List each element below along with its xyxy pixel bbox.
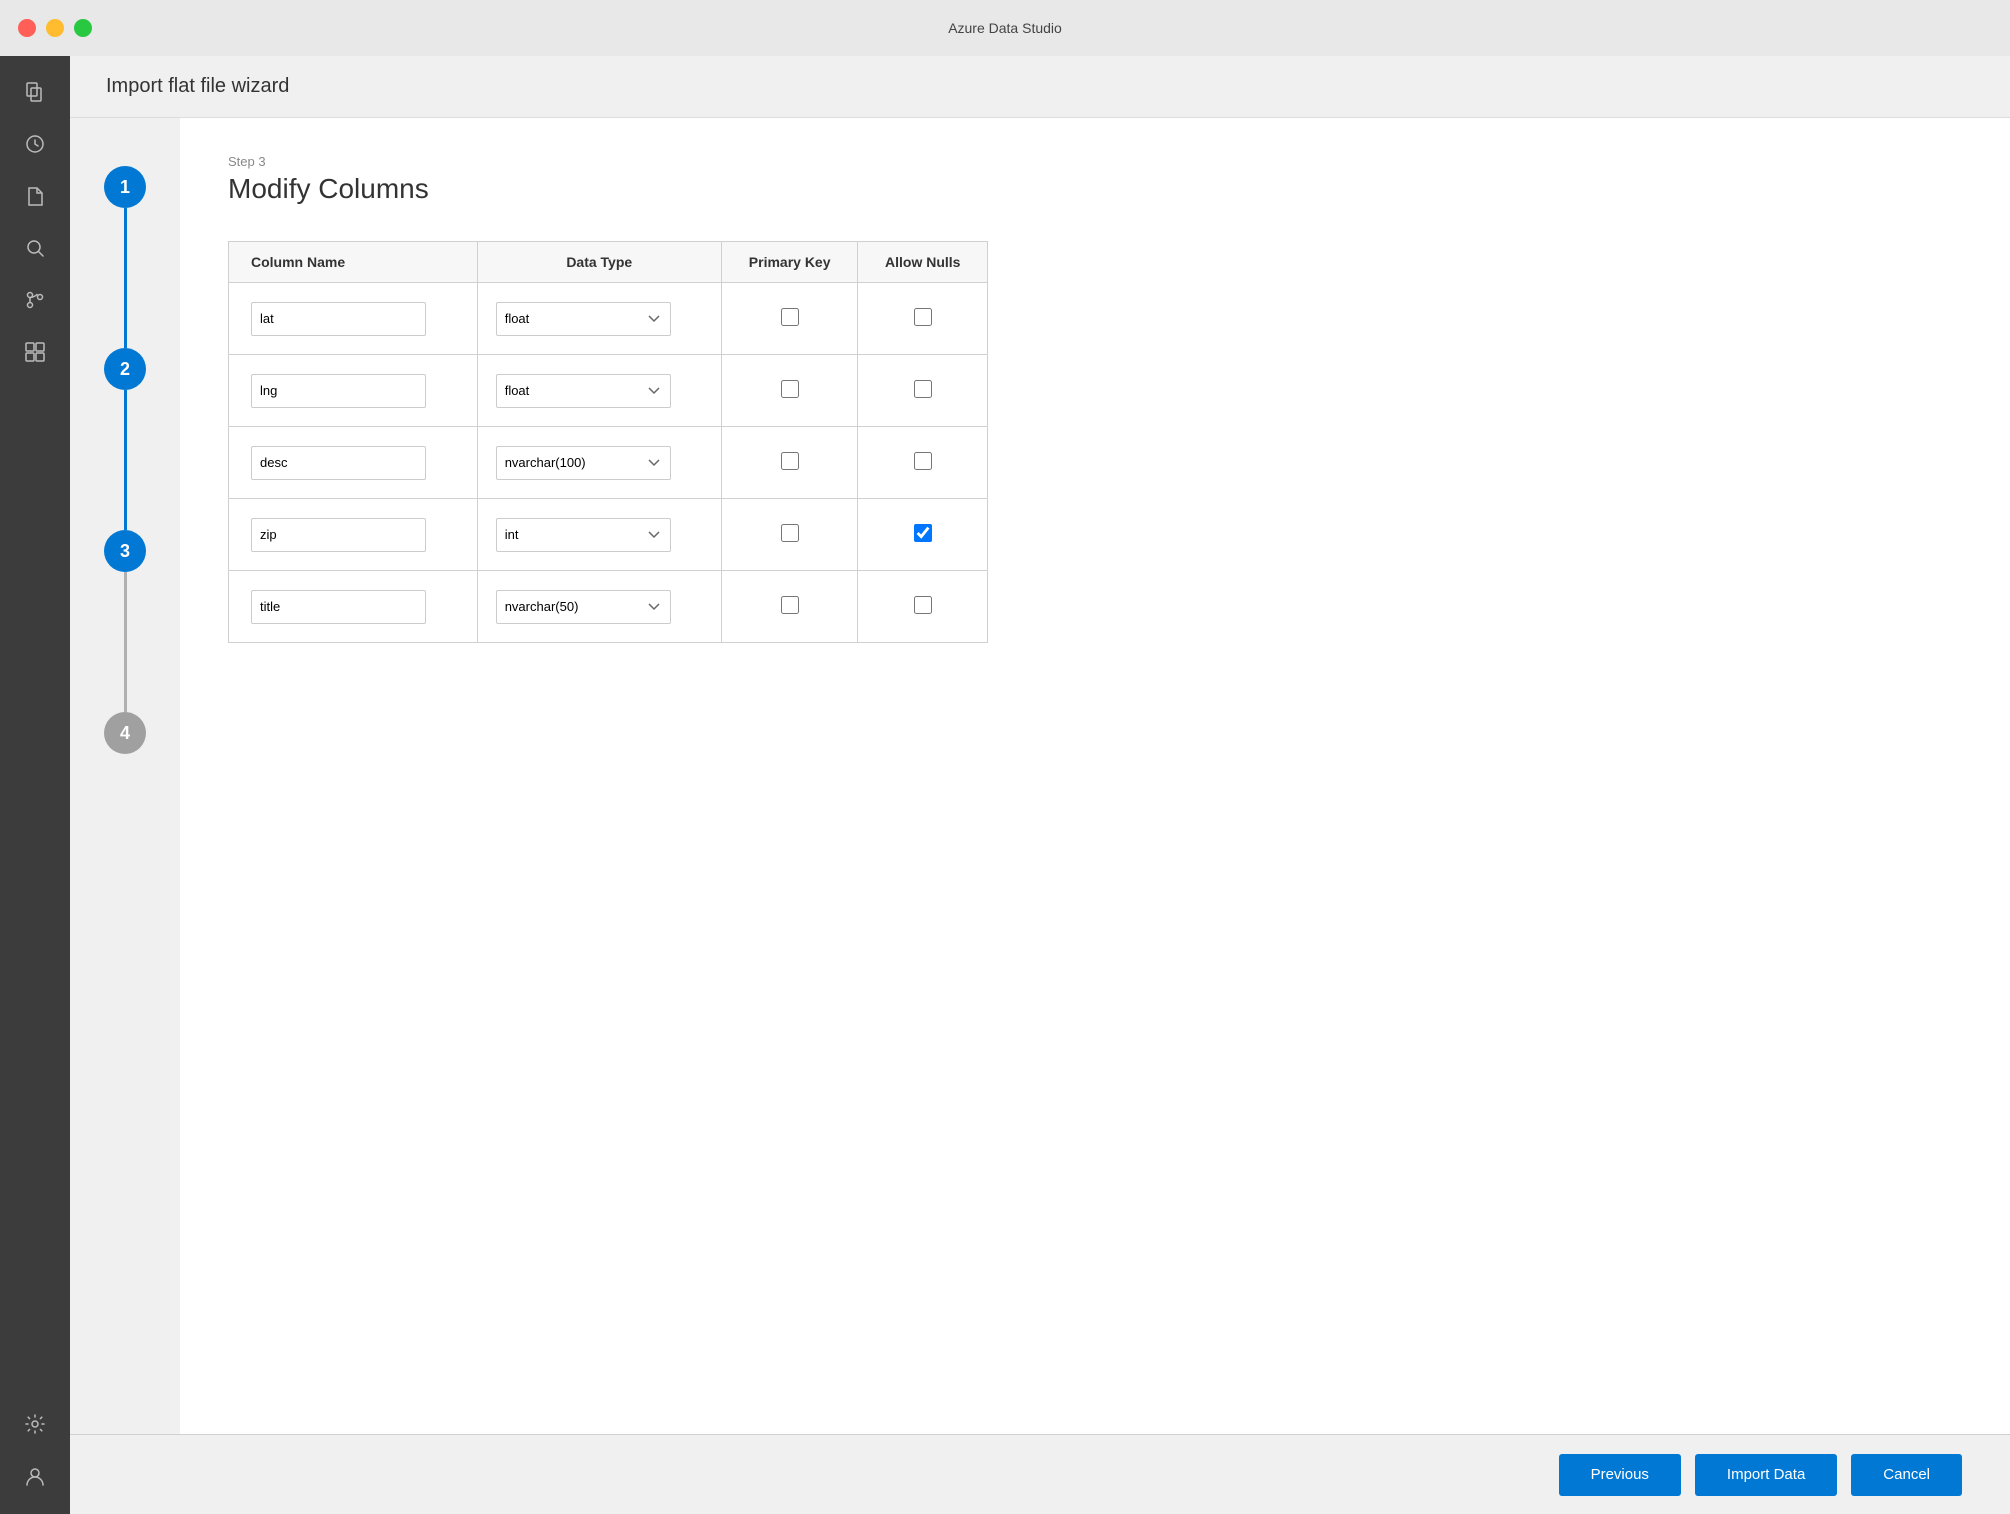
cell-primary-key-1 xyxy=(721,355,858,427)
window-controls xyxy=(18,19,92,37)
sidebar-icon-extensions[interactable] xyxy=(11,328,59,376)
select-data-type-4[interactable]: floatintnvarchar(50)nvarchar(100)nvarcha… xyxy=(496,590,671,624)
footer-bar: Previous Import Data Cancel xyxy=(70,1434,2010,1514)
step-line-1-2 xyxy=(124,208,127,348)
cell-primary-key-4 xyxy=(721,571,858,643)
checkbox-primary-key-0[interactable] xyxy=(781,308,799,326)
header-data-type: Data Type xyxy=(477,242,721,283)
wizard-header: Import flat file wizard xyxy=(70,56,2010,118)
table-row: floatintnvarchar(50)nvarchar(100)nvarcha… xyxy=(229,571,988,643)
input-column-name-2[interactable] xyxy=(251,446,426,480)
wizard-header-title: Import flat file wizard xyxy=(106,75,289,98)
header-allow-nulls: Allow Nulls xyxy=(858,242,988,283)
cell-allow-nulls-2 xyxy=(858,427,988,499)
step-4-node: 4 xyxy=(104,712,146,754)
table-row: floatintnvarchar(50)nvarchar(100)nvarcha… xyxy=(229,499,988,571)
sidebar-icon-files[interactable] xyxy=(11,68,59,116)
cell-primary-key-3 xyxy=(721,499,858,571)
minimize-button[interactable] xyxy=(46,19,64,37)
cell-allow-nulls-1 xyxy=(858,355,988,427)
app-layout: Import flat file wizard 1 2 3 4 Step 3 M… xyxy=(0,56,2010,1514)
input-column-name-3[interactable] xyxy=(251,518,426,552)
wizard-body: 1 2 3 4 Step 3 Modify Columns Column Nam… xyxy=(70,118,2010,1434)
table-row: floatintnvarchar(50)nvarchar(100)nvarcha… xyxy=(229,283,988,355)
cell-primary-key-0 xyxy=(721,283,858,355)
input-column-name-1[interactable] xyxy=(251,374,426,408)
content-area: Step 3 Modify Columns Column Name Data T… xyxy=(180,118,2010,1434)
cell-column-name-2 xyxy=(229,427,478,499)
cell-allow-nulls-4 xyxy=(858,571,988,643)
table-row: floatintnvarchar(50)nvarchar(100)nvarcha… xyxy=(229,355,988,427)
main-area: Import flat file wizard 1 2 3 4 Step 3 M… xyxy=(70,56,2010,1514)
step-line-3-4 xyxy=(124,572,127,712)
select-data-type-0[interactable]: floatintnvarchar(50)nvarchar(100)nvarcha… xyxy=(496,302,671,336)
checkbox-primary-key-2[interactable] xyxy=(781,452,799,470)
checkbox-allow-nulls-1[interactable] xyxy=(914,380,932,398)
previous-button[interactable]: Previous xyxy=(1559,1454,1681,1496)
cancel-button[interactable]: Cancel xyxy=(1851,1454,1962,1496)
sidebar-icon-settings[interactable] xyxy=(11,1400,59,1448)
step-2-node: 2 xyxy=(104,348,146,390)
header-column-name: Column Name xyxy=(229,242,478,283)
cell-column-name-1 xyxy=(229,355,478,427)
select-data-type-2[interactable]: floatintnvarchar(50)nvarchar(100)nvarcha… xyxy=(496,446,671,480)
cell-allow-nulls-0 xyxy=(858,283,988,355)
maximize-button[interactable] xyxy=(74,19,92,37)
step-line-2-3 xyxy=(124,390,127,530)
checkbox-primary-key-3[interactable] xyxy=(781,524,799,542)
title-bar: Azure Data Studio xyxy=(0,0,2010,56)
import-data-button[interactable]: Import Data xyxy=(1695,1454,1837,1496)
step-1-node: 1 xyxy=(104,166,146,208)
input-column-name-4[interactable] xyxy=(251,590,426,624)
cell-data-type-1: floatintnvarchar(50)nvarchar(100)nvarcha… xyxy=(477,355,721,427)
sidebar-icon-history[interactable] xyxy=(11,120,59,168)
header-primary-key: Primary Key xyxy=(721,242,858,283)
step-3-node: 3 xyxy=(104,530,146,572)
checkbox-allow-nulls-0[interactable] xyxy=(914,308,932,326)
cell-column-name-0 xyxy=(229,283,478,355)
page-title: Modify Columns xyxy=(228,173,1962,205)
cell-column-name-3 xyxy=(229,499,478,571)
cell-data-type-4: floatintnvarchar(50)nvarchar(100)nvarcha… xyxy=(477,571,721,643)
cell-allow-nulls-3 xyxy=(858,499,988,571)
table-row: floatintnvarchar(50)nvarchar(100)nvarcha… xyxy=(229,427,988,499)
select-data-type-1[interactable]: floatintnvarchar(50)nvarchar(100)nvarcha… xyxy=(496,374,671,408)
cell-primary-key-2 xyxy=(721,427,858,499)
checkbox-primary-key-4[interactable] xyxy=(781,596,799,614)
checkbox-primary-key-1[interactable] xyxy=(781,380,799,398)
cell-column-name-4 xyxy=(229,571,478,643)
input-column-name-0[interactable] xyxy=(251,302,426,336)
cell-data-type-3: floatintnvarchar(50)nvarchar(100)nvarcha… xyxy=(477,499,721,571)
sidebar-icon-git[interactable] xyxy=(11,276,59,324)
window-title: Azure Data Studio xyxy=(948,20,1062,36)
sidebar-icon-account[interactable] xyxy=(11,1452,59,1500)
cell-data-type-2: floatintnvarchar(50)nvarchar(100)nvarcha… xyxy=(477,427,721,499)
checkbox-allow-nulls-4[interactable] xyxy=(914,596,932,614)
checkbox-allow-nulls-2[interactable] xyxy=(914,452,932,470)
sidebar-icon-search[interactable] xyxy=(11,224,59,272)
close-button[interactable] xyxy=(18,19,36,37)
sidebar-bottom xyxy=(11,1400,59,1514)
checkbox-allow-nulls-3[interactable] xyxy=(914,524,932,542)
select-data-type-3[interactable]: floatintnvarchar(50)nvarchar(100)nvarcha… xyxy=(496,518,671,552)
stepper-column: 1 2 3 4 xyxy=(70,118,180,1434)
cell-data-type-0: floatintnvarchar(50)nvarchar(100)nvarcha… xyxy=(477,283,721,355)
sidebar-icon-new-file[interactable] xyxy=(11,172,59,220)
step-label: Step 3 xyxy=(228,154,1962,169)
sidebar xyxy=(0,56,70,1514)
columns-table: Column Name Data Type Primary Key Allow … xyxy=(228,241,988,643)
